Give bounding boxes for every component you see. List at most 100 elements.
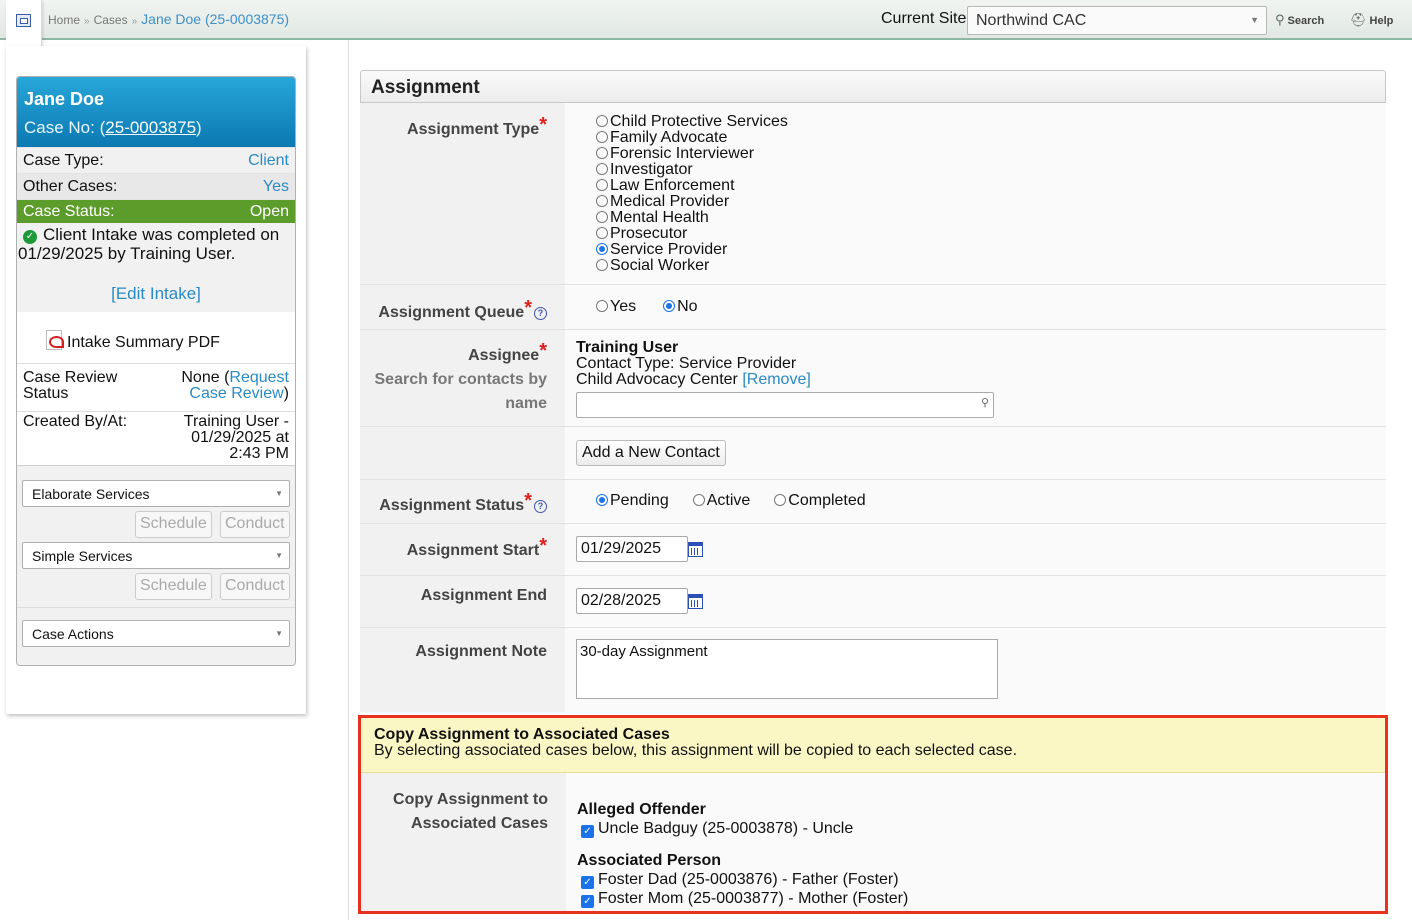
assignment-type-investigator[interactable]: Investigator bbox=[596, 162, 1386, 178]
assignment-type-options: Child Protective Services Family Advocate… bbox=[565, 103, 1386, 284]
search-icon: ⚲ bbox=[1275, 12, 1285, 27]
copy-associated-cases-section: Copy Assignment to Associated Cases By s… bbox=[358, 715, 1388, 914]
check-icon: ✓ bbox=[23, 230, 37, 244]
case-review-row: Case Review Status None (Request Case Re… bbox=[17, 364, 295, 412]
conduct-simple-button[interactable]: Conduct bbox=[220, 573, 290, 600]
assignment-type-mental-health[interactable]: Mental Health bbox=[596, 210, 1386, 226]
checkbox-icon[interactable]: ✓ bbox=[581, 876, 594, 889]
assignment-end-row: Assignment End 02/28/2025 bbox=[360, 576, 1386, 628]
remove-assignee-link[interactable]: [Remove] bbox=[742, 371, 810, 388]
assignment-start-input[interactable]: 01/29/2025 bbox=[576, 536, 688, 562]
conduct-elaborate-button[interactable]: Conduct bbox=[220, 511, 290, 538]
case-type-link[interactable]: Client bbox=[248, 152, 289, 170]
home-tab[interactable] bbox=[6, 0, 42, 46]
case-actions-select[interactable]: Case Actions ▼ bbox=[22, 620, 290, 647]
search-label: Search bbox=[1287, 15, 1325, 27]
assignment-queue-row: Assignment Queue*? Yes No bbox=[360, 285, 1386, 330]
breadcrumb-home[interactable]: Home bbox=[48, 13, 80, 27]
case-status-row: Case Status: Open bbox=[17, 199, 295, 223]
simple-services-select[interactable]: Simple Services ▼ bbox=[22, 542, 290, 569]
assignment-start-row: Assignment Start* 01/29/2025 bbox=[360, 524, 1386, 576]
status-option-pending[interactable]: Pending bbox=[596, 492, 669, 510]
current-site-select[interactable]: Northwind CAC ▼ bbox=[967, 6, 1267, 35]
assignment-type-label: Assignment Type bbox=[407, 121, 540, 138]
case-number-link[interactable]: 25-0003875 bbox=[105, 118, 196, 137]
assignment-note-row: Assignment Note 30-day Assignment bbox=[360, 628, 1386, 712]
breadcrumb-cases[interactable]: Cases bbox=[94, 13, 128, 27]
associated-case-item[interactable]: ✓ Uncle Badguy (25-0003878) - Uncle bbox=[577, 819, 908, 838]
queue-option-yes[interactable]: Yes bbox=[596, 298, 636, 316]
group-title: Associated Person bbox=[577, 852, 722, 869]
chevron-down-icon: ▼ bbox=[1250, 15, 1259, 25]
radio-button[interactable] bbox=[774, 494, 787, 506]
radio-button[interactable] bbox=[596, 131, 608, 143]
status-option-completed[interactable]: Completed bbox=[774, 492, 866, 510]
associated-case-groups: Alleged Offender ✓ Uncle Badguy (25-000387… bbox=[577, 801, 908, 908]
radio-button[interactable] bbox=[596, 259, 608, 271]
created-by-row: Created By/At: Training User - 01/29/202… bbox=[17, 412, 295, 466]
add-new-contact-button[interactable]: Add a New Contact bbox=[576, 440, 726, 466]
assignment-end-input[interactable]: 02/28/2025 bbox=[576, 588, 688, 614]
assignment-type-social-worker[interactable]: Social Worker bbox=[596, 258, 1386, 274]
assignment-type-child-protective-services[interactable]: Child Protective Services bbox=[596, 114, 1386, 130]
radio-button[interactable] bbox=[596, 163, 608, 175]
calendar-icon[interactable] bbox=[688, 594, 703, 609]
schedule-elaborate-button[interactable]: Schedule bbox=[135, 511, 212, 538]
queue-option-no[interactable]: No bbox=[663, 298, 698, 316]
search-link[interactable]: ⚲ Search bbox=[1275, 12, 1324, 28]
assignment-type-family-advocate[interactable]: Family Advocate bbox=[596, 130, 1386, 146]
copy-heading: Copy Assignment to Associated Cases bbox=[374, 726, 670, 743]
radio-button[interactable] bbox=[596, 115, 608, 127]
edit-intake-link[interactable]: [Edit Intake] bbox=[111, 284, 201, 303]
associated-case-item[interactable]: ✓ Foster Mom (25-0003877) - Mother (Foste… bbox=[577, 889, 908, 908]
breadcrumb-current[interactable]: Jane Doe (25-0003875) bbox=[141, 11, 289, 27]
page-title: Assignment bbox=[360, 70, 1386, 103]
question-icon[interactable]: ? bbox=[534, 307, 547, 320]
calendar-icon[interactable] bbox=[688, 542, 703, 557]
radio-button[interactable] bbox=[596, 300, 608, 312]
radio-button[interactable] bbox=[596, 179, 608, 191]
assignment-type-service-provider[interactable]: Service Provider bbox=[596, 242, 1386, 258]
breadcrumb: Home» Cases» Jane Doe (25-0003875) bbox=[48, 11, 290, 27]
intake-message: ✓ Client Intake was completed on 01/29/20… bbox=[18, 225, 280, 263]
checkbox-icon[interactable]: ✓ bbox=[581, 825, 594, 838]
search-icon: ⚲ bbox=[980, 397, 989, 409]
radio-button[interactable] bbox=[596, 211, 608, 223]
assignment-type-medical-provider[interactable]: Medical Provider bbox=[596, 194, 1386, 210]
radio-button[interactable] bbox=[596, 494, 608, 506]
radio-button[interactable] bbox=[663, 300, 676, 312]
assignment-type-law-enforcement[interactable]: Law Enforcement bbox=[596, 178, 1386, 194]
schedule-simple-button[interactable]: Schedule bbox=[135, 573, 212, 600]
assignee-label: Assignee bbox=[468, 347, 540, 364]
chevron-down-icon: ▼ bbox=[275, 629, 283, 638]
other-cases-link[interactable]: Yes bbox=[263, 178, 289, 196]
status-option-active[interactable]: Active bbox=[692, 492, 750, 510]
help-link[interactable]: ⛑ Help bbox=[1350, 12, 1393, 28]
assignment-note-textarea[interactable]: 30-day Assignment bbox=[576, 639, 998, 699]
radio-button[interactable] bbox=[596, 243, 608, 255]
radio-button[interactable] bbox=[692, 494, 705, 506]
elaborate-services-select[interactable]: Elaborate Services ▼ bbox=[22, 480, 290, 507]
associated-group-associated-person: Associated Person ✓ Foster Dad (25-0003876… bbox=[577, 852, 908, 908]
assignee-name: Training User bbox=[576, 339, 679, 356]
assignment-type-prosecutor[interactable]: Prosecutor bbox=[596, 226, 1386, 242]
assignee-row: Assignee* Search for contacts by name Tr… bbox=[360, 330, 1386, 427]
question-icon[interactable]: ? bbox=[534, 500, 547, 513]
help-icon: ⛑ bbox=[1350, 12, 1367, 27]
checkbox-icon[interactable]: ✓ bbox=[581, 895, 594, 908]
add-contact-row: Add a New Contact bbox=[360, 427, 1386, 480]
chevron-down-icon: ▼ bbox=[275, 489, 283, 498]
assignment-status-options: Pending Active Completed bbox=[565, 480, 1386, 523]
associated-case-item[interactable]: ✓ Foster Dad (25-0003876) - Father (Foste… bbox=[577, 870, 908, 889]
case-type-row: Case Type: Client bbox=[17, 147, 295, 173]
created-by-value: Training User - 01/29/2025 at 2:43 PM bbox=[183, 413, 289, 462]
intake-summary-pdf-link[interactable]: Intake Summary PDF bbox=[46, 330, 220, 352]
assignment-type-forensic-interviewer[interactable]: Forensic Interviewer bbox=[596, 146, 1386, 162]
radio-button[interactable] bbox=[596, 227, 608, 239]
assignee-search-input[interactable]: ⚲ bbox=[576, 392, 994, 418]
assignment-end-label: Assignment End bbox=[420, 587, 547, 604]
case-status-value: Open bbox=[249, 203, 289, 220]
radio-button[interactable] bbox=[596, 147, 608, 159]
assignment-status-label: Assignment Status bbox=[379, 497, 525, 514]
radio-button[interactable] bbox=[596, 195, 608, 207]
